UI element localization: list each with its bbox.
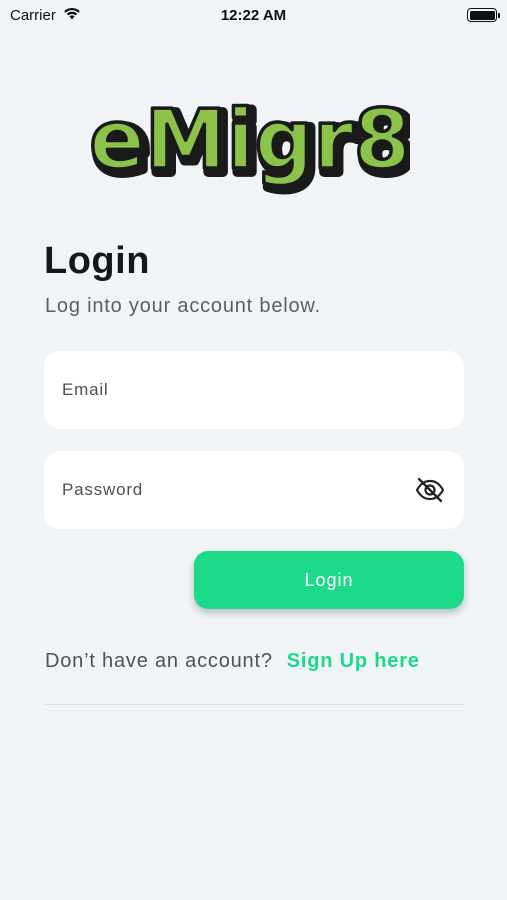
page-subtitle: Log into your account below.	[45, 295, 321, 317]
battery-icon	[467, 8, 500, 22]
wifi-icon	[62, 6, 82, 24]
signup-row: Don’t have an account? Sign Up here	[45, 650, 420, 673]
divider	[44, 704, 464, 705]
signup-link[interactable]: Sign Up here	[287, 650, 420, 673]
eye-off-icon[interactable]	[414, 474, 446, 506]
signup-prompt: Don’t have an account?	[45, 650, 273, 672]
carrier-label: Carrier	[10, 6, 56, 24]
status-bar: Carrier 12:22 AM	[0, 0, 507, 30]
login-button[interactable]: Login	[194, 551, 464, 609]
logo-text: eMigr8	[90, 93, 410, 188]
status-left: Carrier	[10, 6, 82, 24]
password-field-container[interactable]	[44, 451, 464, 529]
page-title: Login	[44, 240, 150, 282]
email-field-container[interactable]	[44, 351, 464, 429]
email-field[interactable]	[62, 380, 446, 400]
app-logo: eMigr8 eMigr8	[87, 80, 419, 197]
password-field[interactable]	[62, 480, 414, 500]
